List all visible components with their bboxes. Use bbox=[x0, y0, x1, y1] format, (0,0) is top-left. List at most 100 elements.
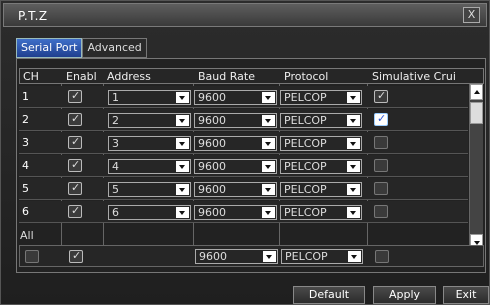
protocol-select[interactable]: PELCOP bbox=[280, 113, 362, 128]
header-protocol: Protocol bbox=[284, 70, 329, 83]
all-protocol-select[interactable]: PELCOP bbox=[281, 249, 363, 264]
chevron-down-icon bbox=[347, 92, 360, 103]
simulative-cruise-checkbox[interactable] bbox=[374, 112, 388, 126]
default-button[interactable]: Default bbox=[293, 286, 365, 304]
simulative-cruise-checkbox[interactable] bbox=[374, 159, 388, 172]
address-value: 3 bbox=[112, 137, 119, 150]
channel-number: 5 bbox=[22, 182, 29, 195]
table-row: 2 2 9600 PELCOP bbox=[19, 109, 468, 131]
address-value: 5 bbox=[112, 183, 119, 196]
header-baud-rate: Baud Rate bbox=[198, 70, 255, 83]
chevron-down-icon bbox=[262, 138, 275, 149]
enable-checkbox[interactable] bbox=[68, 112, 82, 126]
protocol-value: PELCOP bbox=[284, 206, 327, 219]
address-select[interactable]: 2 bbox=[108, 113, 191, 128]
chevron-down-icon bbox=[262, 92, 275, 103]
address-select[interactable]: 3 bbox=[108, 136, 191, 151]
all-baud-value: 9600 bbox=[199, 250, 227, 263]
chevron-down-icon bbox=[176, 92, 189, 103]
address-select[interactable]: 1 bbox=[108, 90, 191, 105]
baud-rate-value: 9600 bbox=[198, 160, 226, 173]
all-protocol-value: PELCOP bbox=[285, 250, 328, 263]
baud-rate-select[interactable]: 9600 bbox=[194, 182, 277, 197]
tab-advanced[interactable]: Advanced bbox=[82, 38, 147, 58]
all-simulative-checkbox[interactable] bbox=[375, 250, 389, 263]
simulative-cruise-checkbox[interactable] bbox=[374, 136, 388, 149]
all-enable-checkbox[interactable] bbox=[69, 249, 83, 263]
baud-rate-select[interactable]: 9600 bbox=[194, 205, 277, 220]
chevron-down-icon bbox=[347, 207, 360, 218]
tab-bar: Serial Port Advanced bbox=[16, 38, 147, 58]
protocol-select[interactable]: PELCOP bbox=[280, 182, 362, 197]
protocol-select[interactable]: PELCOP bbox=[280, 90, 362, 105]
protocol-select[interactable]: PELCOP bbox=[280, 159, 362, 174]
all-ch-checkbox[interactable] bbox=[25, 250, 39, 263]
chevron-down-icon bbox=[262, 115, 275, 126]
simulative-cruise-checkbox[interactable] bbox=[374, 205, 388, 218]
header-enable: Enabl bbox=[66, 70, 97, 83]
chevron-down-icon bbox=[262, 161, 275, 172]
protocol-select[interactable]: PELCOP bbox=[280, 136, 362, 151]
chevron-down-icon bbox=[347, 161, 360, 172]
protocol-value: PELCOP bbox=[284, 183, 327, 196]
enable-checkbox[interactable] bbox=[68, 204, 82, 218]
chevron-down-icon bbox=[263, 251, 276, 262]
protocol-select[interactable]: PELCOP bbox=[280, 205, 362, 220]
address-select[interactable]: 4 bbox=[108, 159, 191, 174]
all-baud-select[interactable]: 9600 bbox=[195, 249, 278, 264]
scroll-thumb[interactable] bbox=[470, 102, 483, 124]
title-bar: P.T.Z X bbox=[3, 3, 487, 27]
header-ch: CH bbox=[23, 70, 39, 83]
address-select[interactable]: 6 bbox=[108, 205, 191, 220]
exit-button[interactable]: Exit bbox=[443, 286, 489, 304]
channel-number: 3 bbox=[22, 136, 29, 149]
enable-checkbox[interactable] bbox=[68, 158, 82, 172]
address-select[interactable]: 5 bbox=[108, 182, 191, 197]
chevron-down-icon bbox=[347, 115, 360, 126]
chevron-down-icon bbox=[176, 184, 189, 195]
baud-rate-select[interactable]: 9600 bbox=[194, 136, 277, 151]
chevron-down-icon bbox=[176, 207, 189, 218]
baud-rate-value: 9600 bbox=[198, 206, 226, 219]
baud-rate-select[interactable]: 9600 bbox=[194, 90, 277, 105]
all-row: 9600 PELCOP bbox=[19, 245, 484, 267]
chevron-down-icon bbox=[176, 138, 189, 149]
baud-rate-select[interactable]: 9600 bbox=[194, 159, 277, 174]
chevron-down-icon bbox=[348, 251, 361, 262]
apply-button[interactable]: Apply bbox=[373, 286, 436, 304]
header-address: Address bbox=[107, 70, 151, 83]
table-row: 4 4 9600 PELCOP bbox=[19, 155, 468, 177]
chevron-down-icon bbox=[176, 161, 189, 172]
table-row: 6 6 9600 PELCOP bbox=[19, 201, 468, 223]
serial-port-panel: CH Enabl Address Baud Rate Protocol Simu… bbox=[16, 58, 486, 273]
ptz-window: P.T.Z X Serial Port Advanced CH Enabl Ad… bbox=[0, 0, 490, 305]
channel-number: 4 bbox=[22, 159, 29, 172]
chevron-down-icon bbox=[176, 115, 189, 126]
table-row: 1 1 9600 PELCOP bbox=[19, 86, 468, 108]
enable-checkbox[interactable] bbox=[68, 135, 82, 149]
protocol-value: PELCOP bbox=[284, 114, 327, 127]
enable-checkbox[interactable] bbox=[68, 181, 82, 195]
close-button[interactable]: X bbox=[463, 7, 480, 23]
protocol-value: PELCOP bbox=[284, 160, 327, 173]
window-title: P.T.Z bbox=[18, 9, 48, 23]
protocol-value: PELCOP bbox=[284, 137, 327, 150]
table-header: CH Enabl Address Baud Rate Protocol Simu… bbox=[19, 68, 484, 84]
table-scrollbar[interactable] bbox=[469, 84, 483, 250]
baud-rate-value: 9600 bbox=[198, 114, 226, 127]
enable-checkbox[interactable] bbox=[68, 89, 82, 103]
table-row: 5 5 9600 PELCOP bbox=[19, 178, 468, 200]
chevron-down-icon bbox=[262, 184, 275, 195]
simulative-cruise-checkbox[interactable] bbox=[374, 89, 388, 103]
channel-number: 2 bbox=[22, 113, 29, 126]
scroll-up-icon[interactable] bbox=[470, 84, 483, 100]
simulative-cruise-checkbox[interactable] bbox=[374, 182, 388, 195]
baud-rate-value: 9600 bbox=[198, 183, 226, 196]
protocol-value: PELCOP bbox=[284, 91, 327, 104]
channel-number: 1 bbox=[22, 90, 29, 103]
baud-rate-select[interactable]: 9600 bbox=[194, 113, 277, 128]
address-value: 2 bbox=[112, 114, 119, 127]
all-label: All bbox=[20, 229, 34, 242]
tab-serial-port[interactable]: Serial Port bbox=[16, 38, 83, 58]
chevron-down-icon bbox=[347, 184, 360, 195]
